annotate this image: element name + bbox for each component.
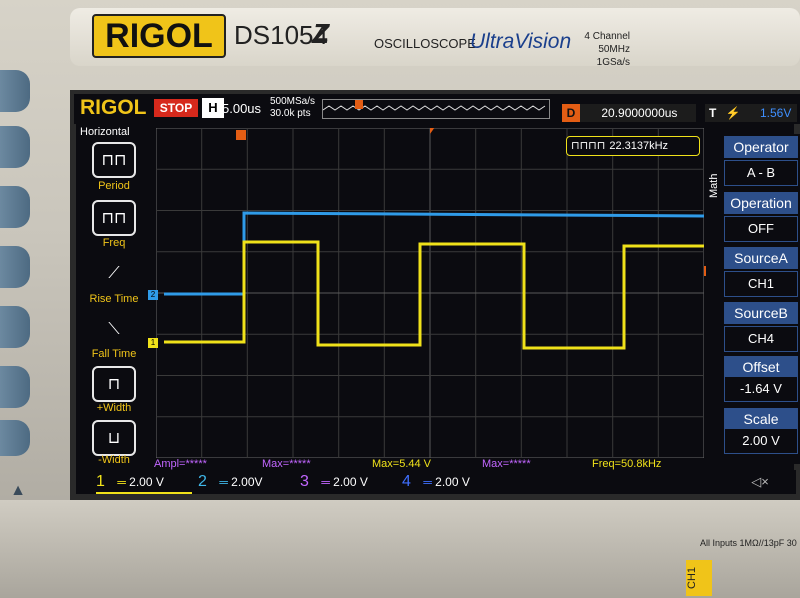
sourcea-head: SourceA xyxy=(724,247,798,269)
measure-max-1: Max=***** xyxy=(262,458,311,470)
period-label: Period xyxy=(98,180,130,192)
ch4-number: 4 xyxy=(402,473,411,490)
ch3-number: 3 xyxy=(300,473,309,490)
ch1-ground-marker: 1 xyxy=(148,338,158,348)
neg-width-icon: ⊔ xyxy=(107,430,121,447)
input-spec: All Inputs 1MΩ//13pF 30 xyxy=(700,538,797,548)
timebase-key: H xyxy=(202,98,224,118)
rise-time-label: Rise Time xyxy=(89,293,139,305)
neg-width-label: -Width xyxy=(98,454,130,466)
softkey-3[interactable] xyxy=(0,186,30,228)
ch1-number: 1 xyxy=(96,473,105,490)
lower-bezel xyxy=(0,500,800,598)
measure-max-3: Max=***** xyxy=(482,458,531,470)
trigger-slope-icon: ⚡ xyxy=(725,106,741,120)
measure-ampl: Ampl=***** xyxy=(154,458,207,470)
softkey-5[interactable] xyxy=(0,306,30,348)
ch2-number: 2 xyxy=(198,473,207,490)
period-button[interactable]: ⊓⊓ xyxy=(92,142,136,178)
freq-counter-value: 22.3137kHz xyxy=(609,140,669,152)
softkey-2[interactable] xyxy=(0,126,30,168)
sample-rate: 500MSa/s xyxy=(270,96,316,107)
ch1-connector-label: CH1 xyxy=(686,560,712,596)
period-icon: ⊓⊓ xyxy=(101,152,127,169)
freq-icon: ⊓⊓ xyxy=(101,210,127,227)
ch2-scale[interactable]: 2 ═ 2.00V xyxy=(198,472,294,492)
waveform-graticule xyxy=(156,128,704,458)
freq-button[interactable]: ⊓⊓ xyxy=(92,200,136,236)
sourceb-head: SourceB xyxy=(724,302,798,324)
trigger-key: T xyxy=(709,106,717,120)
rise-time-icon: ⟋ xyxy=(108,265,120,282)
offset-value[interactable]: -1.64 V xyxy=(724,376,798,402)
offset-head: Offset xyxy=(724,356,798,378)
operation-value[interactable]: OFF xyxy=(724,216,798,242)
counter-wave-icon: ⊓⊓⊓⊓ xyxy=(571,140,606,152)
operator-head: Operator xyxy=(724,136,798,158)
fall-time-icon: ⟍ xyxy=(108,321,120,338)
ch4-scale[interactable]: 4 ═ 2.00 V xyxy=(402,472,498,492)
sound-icon[interactable]: ◁× xyxy=(745,472,775,492)
ch1-scale-value: 2.00 V xyxy=(129,475,164,489)
fall-time-button[interactable]: ⟍ xyxy=(92,312,136,348)
ch2-ground-marker: 2 xyxy=(148,290,158,300)
rise-time-button[interactable]: ⟋ xyxy=(92,256,136,292)
type-label: OSCILLOSCOPE xyxy=(374,36,476,51)
model-suffix: Z xyxy=(312,18,330,49)
ch1-scale[interactable]: 1 ═ 2.00 V xyxy=(96,472,192,494)
timebase-value: 5.00us xyxy=(222,101,262,116)
screen-logo: RIGOL xyxy=(80,96,147,119)
delay-box: D 20.9000000us xyxy=(562,104,696,122)
memory-strip xyxy=(322,99,550,119)
t-marker xyxy=(236,130,246,140)
ch4-scale-value: 2.00 V xyxy=(435,475,470,489)
pos-width-button[interactable]: ⊓ xyxy=(92,366,136,402)
softkey-6[interactable] xyxy=(0,366,30,408)
freq-label: Freq xyxy=(102,237,126,249)
brand-logo: RIGOL xyxy=(92,14,226,58)
scale-value[interactable]: 2.00 V xyxy=(724,428,798,454)
bandwidth-spec: 50MHz 1GSa/s xyxy=(596,44,630,68)
spec-label: 4 Channel 50MHz 1GSa/s xyxy=(568,30,630,69)
softkey-1[interactable] xyxy=(0,70,30,112)
memory-waveform-icon xyxy=(322,100,546,111)
operator-value[interactable]: A - B xyxy=(724,160,798,186)
sourcea-value[interactable]: CH1 xyxy=(724,271,798,297)
series-label: UltraVision xyxy=(470,30,572,53)
sample-info: 500MSa/s 30.0k pts xyxy=(270,96,315,120)
softkey-4[interactable] xyxy=(0,246,30,288)
ch2-scale-value: 2.00V xyxy=(231,475,263,489)
delay-value: 20.9000000us xyxy=(601,106,678,120)
pos-width-label: +Width xyxy=(96,402,132,414)
math-menu-label: Math xyxy=(708,173,720,198)
delay-key: D xyxy=(562,104,580,122)
memory-trigger-marker xyxy=(355,100,363,109)
measure-menu-title: Horizontal xyxy=(80,126,130,138)
neg-width-button[interactable]: ⊔ xyxy=(92,420,136,456)
operation-head: Operation xyxy=(724,192,798,214)
channels-spec: 4 Channel xyxy=(584,31,630,42)
measure-freq: Freq=50.8kHz xyxy=(592,458,662,470)
trigger-box: T ⚡ 1.56V xyxy=(705,104,797,122)
pos-width-icon: ⊓ xyxy=(107,376,121,393)
sourceb-value[interactable]: CH4 xyxy=(724,326,798,352)
memory-points: 30.0k pts xyxy=(270,108,311,119)
ch3-scale[interactable]: 3 ═ 2.00 V xyxy=(300,472,396,492)
measure-max-2: Max=5.44 V xyxy=(372,458,432,470)
run-state-badge: STOP xyxy=(154,99,198,117)
fall-time-label: Fall Time xyxy=(91,348,137,360)
softkey-7[interactable] xyxy=(0,420,30,456)
ch3-scale-value: 2.00 V xyxy=(333,475,368,489)
scale-head: Scale xyxy=(724,408,798,430)
trigger-level: 1.56V xyxy=(759,106,792,120)
freq-counter: ⊓⊓⊓⊓ 22.3137kHz xyxy=(566,136,700,156)
